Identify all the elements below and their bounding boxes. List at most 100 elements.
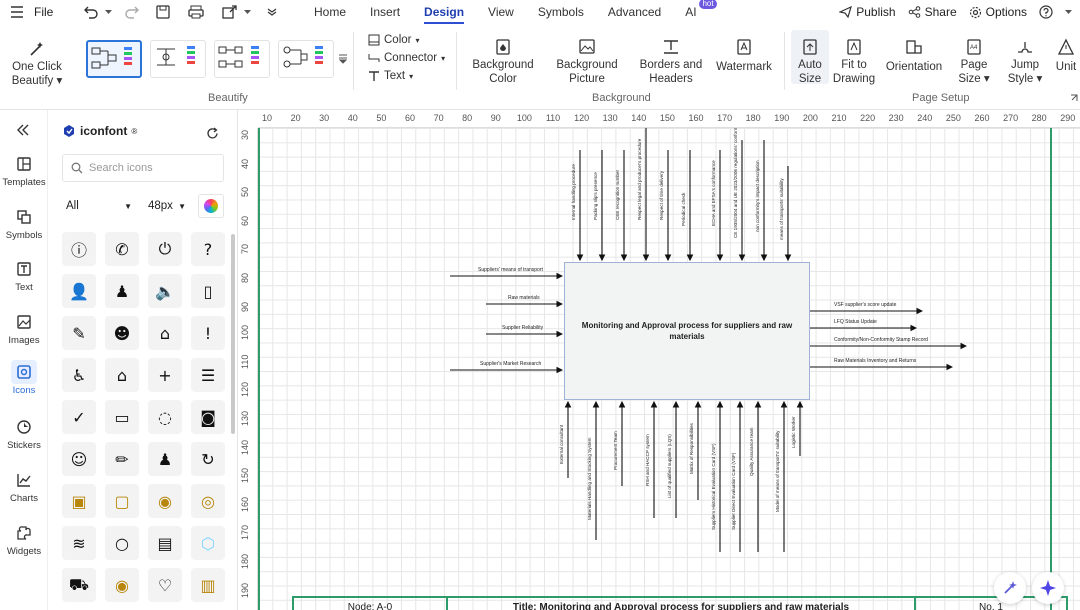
mechanism-label[interactable]: Suppliers Historical Evaluation Card (VS… xyxy=(711,443,716,530)
mobile-icon[interactable]: ▯ xyxy=(191,274,225,308)
output-label[interactable]: LFQ Status Update xyxy=(834,319,877,325)
drawing-page[interactable]: Monitoring and Approval process for supp… xyxy=(258,128,1080,610)
help-icon[interactable] xyxy=(1039,5,1053,19)
phone-icon[interactable]: ✆ xyxy=(105,232,139,266)
eye-icon[interactable]: ◉ xyxy=(148,484,182,518)
mechanism-label[interactable]: Logistic Worker xyxy=(791,416,796,448)
support-icon[interactable]: ☻ xyxy=(105,316,139,350)
pen-icon[interactable]: ✏ xyxy=(105,442,139,476)
share-button[interactable]: Share xyxy=(908,5,957,19)
watermark-button[interactable]: Watermark xyxy=(716,34,772,74)
beautify-style-3[interactable] xyxy=(214,40,270,78)
card-icon[interactable]: ▤ xyxy=(148,526,182,560)
unit-button[interactable]: Unit xyxy=(1052,34,1080,74)
input-label[interactable]: Suppliers' means of transport xyxy=(478,267,543,273)
chat-icon[interactable]: ○ xyxy=(105,526,139,560)
heart-icon[interactable]: ♡ xyxy=(148,568,182,602)
node-cell[interactable]: Node: A-0 xyxy=(294,598,448,610)
one-click-beautify-button[interactable]: One Click Beautify ▾ xyxy=(8,36,66,88)
page-size-button[interactable]: A4 Page Size ▾ xyxy=(952,34,996,86)
coin-icon[interactable]: ◉ xyxy=(105,568,139,602)
home-outline-icon[interactable]: ⌂ xyxy=(148,316,182,350)
beautify-style-2[interactable] xyxy=(150,40,206,78)
mechanism-label[interactable]: External consultant xyxy=(559,425,564,464)
input-label[interactable]: Supplier's Market Research xyxy=(480,361,541,367)
undo-dropdown-icon[interactable] xyxy=(105,9,113,15)
output-label[interactable]: VSF supplier's score update xyxy=(834,302,896,308)
control-label[interactable]: Packing slip's presence xyxy=(593,172,598,220)
ticket-icon[interactable]: ▭ xyxy=(105,400,139,434)
jump-style-button[interactable]: Jump Style ▾ xyxy=(1002,34,1048,86)
beautify-style-4[interactable] xyxy=(278,40,334,78)
tab-view[interactable]: View xyxy=(476,0,526,24)
ai-assistant-button[interactable] xyxy=(1032,572,1064,604)
ai-sparkle-button[interactable] xyxy=(994,572,1026,604)
hamburger-menu-icon[interactable] xyxy=(10,6,24,18)
mechanism-label[interactable]: Materials Handling and Stocking System xyxy=(587,438,592,520)
export-dropdown-icon[interactable] xyxy=(244,9,252,15)
volume-icon[interactable]: 🔈 xyxy=(148,274,182,308)
layers-icon[interactable]: ≋ xyxy=(62,526,96,560)
info-icon[interactable]: ⓘ xyxy=(62,232,96,266)
control-label[interactable]: CEE recognition number xyxy=(615,170,620,220)
gear-shape-icon[interactable]: ⬡ xyxy=(191,526,225,560)
qq-icon[interactable]: ♟ xyxy=(105,274,139,308)
fit-to-drawing-button[interactable]: Fit to Drawing xyxy=(832,34,876,86)
control-label[interactable]: Periodical check xyxy=(681,193,686,226)
mechanism-label[interactable]: Model of means of transport's' suitabili… xyxy=(775,431,780,512)
tab-ai[interactable]: AI hot xyxy=(673,0,717,24)
cart-icon[interactable]: ⛟ xyxy=(62,568,96,602)
refresh-camera-icon[interactable]: ↻ xyxy=(191,442,225,476)
sidebar-item-text[interactable]: Text xyxy=(0,259,48,293)
contact-card-icon[interactable]: ☰ xyxy=(191,358,225,392)
ghost-icon[interactable]: ◌ xyxy=(148,400,182,434)
export-icon[interactable] xyxy=(222,5,238,19)
options-button[interactable]: Options xyxy=(969,5,1027,19)
sidebar-item-images[interactable]: Images xyxy=(0,312,48,346)
mechanism-label[interactable]: Quality Assurance team xyxy=(749,427,754,476)
image-icon[interactable]: ▣ xyxy=(62,484,96,518)
collapse-panel-icon[interactable] xyxy=(16,124,30,136)
sidebar-item-widgets[interactable]: Widgets xyxy=(0,523,48,557)
borders-headers-button[interactable]: Borders and Headers xyxy=(638,34,704,86)
mechanism-label[interactable]: Supplier Direct Evaluation Card (VSF) xyxy=(731,453,736,530)
undo-icon[interactable] xyxy=(83,5,99,19)
control-label[interactable]: ECHA and EFSA's conformance xyxy=(711,160,716,226)
power-icon[interactable]: ⏻ xyxy=(148,232,182,266)
tab-advanced[interactable]: Advanced xyxy=(596,0,673,24)
process-box[interactable]: Monitoring and Approval process for supp… xyxy=(564,262,810,400)
tag-icon[interactable]: ▢ xyxy=(105,484,139,518)
color-picker-button[interactable] xyxy=(198,194,224,218)
mechanism-label[interactable]: List of qualified suppliers (LQS) xyxy=(667,434,672,498)
tab-symbols[interactable]: Symbols xyxy=(526,0,596,24)
control-label[interactable]: Respect legal and producer's procedure xyxy=(637,139,642,220)
edit-note-icon[interactable]: ✎ xyxy=(62,316,96,350)
panel-scrollbar[interactable] xyxy=(231,234,235,434)
color-dropdown[interactable]: Color ▾ xyxy=(368,34,420,46)
sidebar-item-charts[interactable]: Charts xyxy=(0,470,48,504)
print-icon[interactable] xyxy=(188,5,204,19)
beautify-style-1[interactable] xyxy=(86,40,142,78)
input-label[interactable]: Supplier Reliability xyxy=(502,325,543,331)
output-label[interactable]: Raw Materials Inventory and Returns xyxy=(834,358,916,364)
tab-insert[interactable]: Insert xyxy=(358,0,412,24)
refresh-icon[interactable] xyxy=(206,127,219,140)
publish-button[interactable]: Publish xyxy=(839,5,896,19)
box-icon[interactable]: ▥ xyxy=(191,568,225,602)
mechanism-label[interactable]: RSH and HACCP system xyxy=(645,434,650,486)
auto-size-button[interactable]: Auto Size xyxy=(791,30,829,85)
connector-dropdown[interactable]: Connector ▾ xyxy=(368,52,445,64)
more-chevron-icon[interactable] xyxy=(267,8,277,16)
input-label[interactable]: Raw materials xyxy=(508,295,540,301)
control-label[interactable]: CE 1935/2004 and UE 2023/2006 regulation… xyxy=(733,128,738,238)
person-icon[interactable]: ♟ xyxy=(148,442,182,476)
ribbon-expand-icon[interactable] xyxy=(1070,94,1078,102)
control-label[interactable]: means of transports' suitability xyxy=(779,178,784,240)
background-color-button[interactable]: Background Color xyxy=(472,34,534,86)
compass-icon[interactable]: ◎ xyxy=(191,484,225,518)
sidebar-item-templates[interactable]: Templates xyxy=(0,154,48,188)
control-label[interactable]: Internal handling procedure xyxy=(571,164,576,220)
background-picture-button[interactable]: Background Picture xyxy=(556,34,618,86)
mechanism-label[interactable]: Matrix of Responsibilities xyxy=(689,423,694,474)
alert-icon[interactable]: ! xyxy=(191,316,225,350)
